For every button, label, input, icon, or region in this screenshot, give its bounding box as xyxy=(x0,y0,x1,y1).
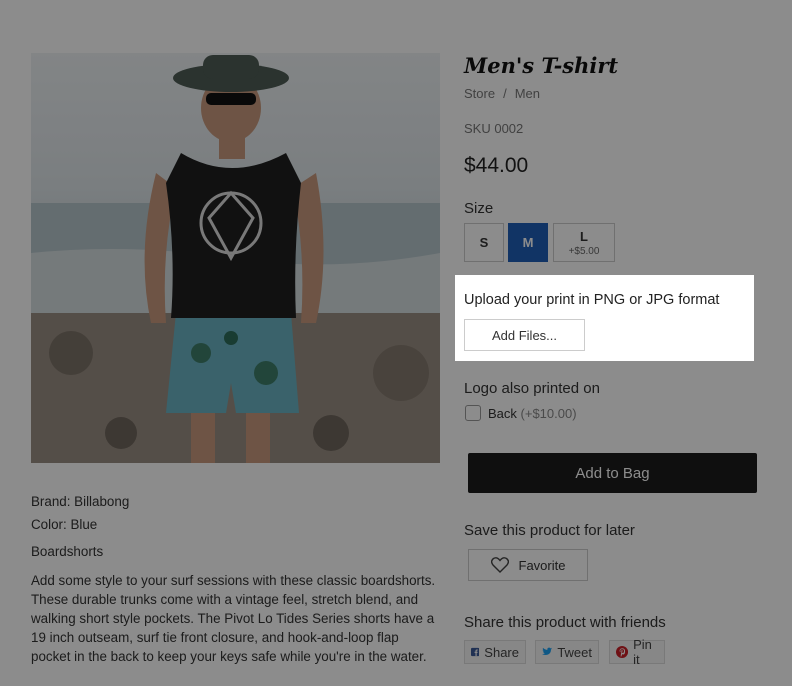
facebook-icon xyxy=(471,647,480,657)
sku-text: SKU 0002 xyxy=(464,121,524,136)
save-for-later-label: Save this product for later xyxy=(464,522,635,539)
share-label: Share this product with friends xyxy=(464,614,666,631)
breadcrumb: Store / Men xyxy=(464,86,540,101)
breadcrumb-store[interactable]: Store xyxy=(464,86,495,101)
category-text: Boardshorts xyxy=(31,544,104,559)
upload-print-title: Upload your print in PNG or JPG format xyxy=(464,292,720,308)
size-option-m[interactable]: M xyxy=(508,223,548,262)
twitter-share-label: Tweet xyxy=(557,644,592,660)
size-label: Size xyxy=(464,200,494,217)
breadcrumb-category[interactable]: Men xyxy=(515,86,540,101)
size-option-label: S xyxy=(479,235,489,250)
add-files-button[interactable]: Add Files... xyxy=(464,319,585,351)
product-photo-illustration xyxy=(31,55,440,463)
size-option-label: L xyxy=(580,228,588,244)
twitter-icon xyxy=(542,647,553,655)
back-print-checkbox[interactable] xyxy=(465,405,481,421)
pinterest-share-label: Pin it xyxy=(633,637,652,667)
product-image[interactable] xyxy=(31,53,440,463)
facebook-share-label: Share xyxy=(484,644,519,660)
pinterest-icon xyxy=(616,645,629,659)
upload-print-section: Upload your print in PNG or JPG format A… xyxy=(455,275,754,361)
product-page: Brand: Billabong Color: Blue Boardshorts… xyxy=(0,0,792,686)
description-text: Add some style to your surf sessions wit… xyxy=(31,573,436,664)
favorite-button[interactable]: Favorite xyxy=(468,549,588,581)
add-to-bag-button[interactable]: Add to Bag xyxy=(468,453,757,493)
facebook-share-button[interactable]: Share xyxy=(464,640,526,664)
back-print-price: (+$10.00) xyxy=(520,406,577,421)
logo-option-label: Logo also printed on xyxy=(464,380,600,397)
size-option-label: M xyxy=(522,235,534,250)
size-option-s[interactable]: S xyxy=(464,223,504,262)
back-print-label[interactable]: Back (+$10.00) xyxy=(488,406,577,421)
back-print-text: Back xyxy=(488,406,517,421)
product-title: Men's T-shirt xyxy=(464,53,619,78)
heart-icon xyxy=(490,557,509,573)
color-text: Color: Blue xyxy=(31,517,98,532)
breadcrumb-separator: / xyxy=(503,86,507,101)
pinterest-share-button[interactable]: Pin it xyxy=(609,637,665,667)
twitter-share-button[interactable]: Tweet xyxy=(535,640,599,664)
favorite-label: Favorite xyxy=(518,557,566,573)
brand-text: Brand: Billabong xyxy=(31,494,130,509)
price-text: $44.00 xyxy=(464,154,529,177)
size-option-surcharge: +$5.00 xyxy=(568,245,600,257)
size-option-l[interactable]: L +$5.00 xyxy=(553,223,615,262)
dim-overlay-right xyxy=(754,275,792,361)
